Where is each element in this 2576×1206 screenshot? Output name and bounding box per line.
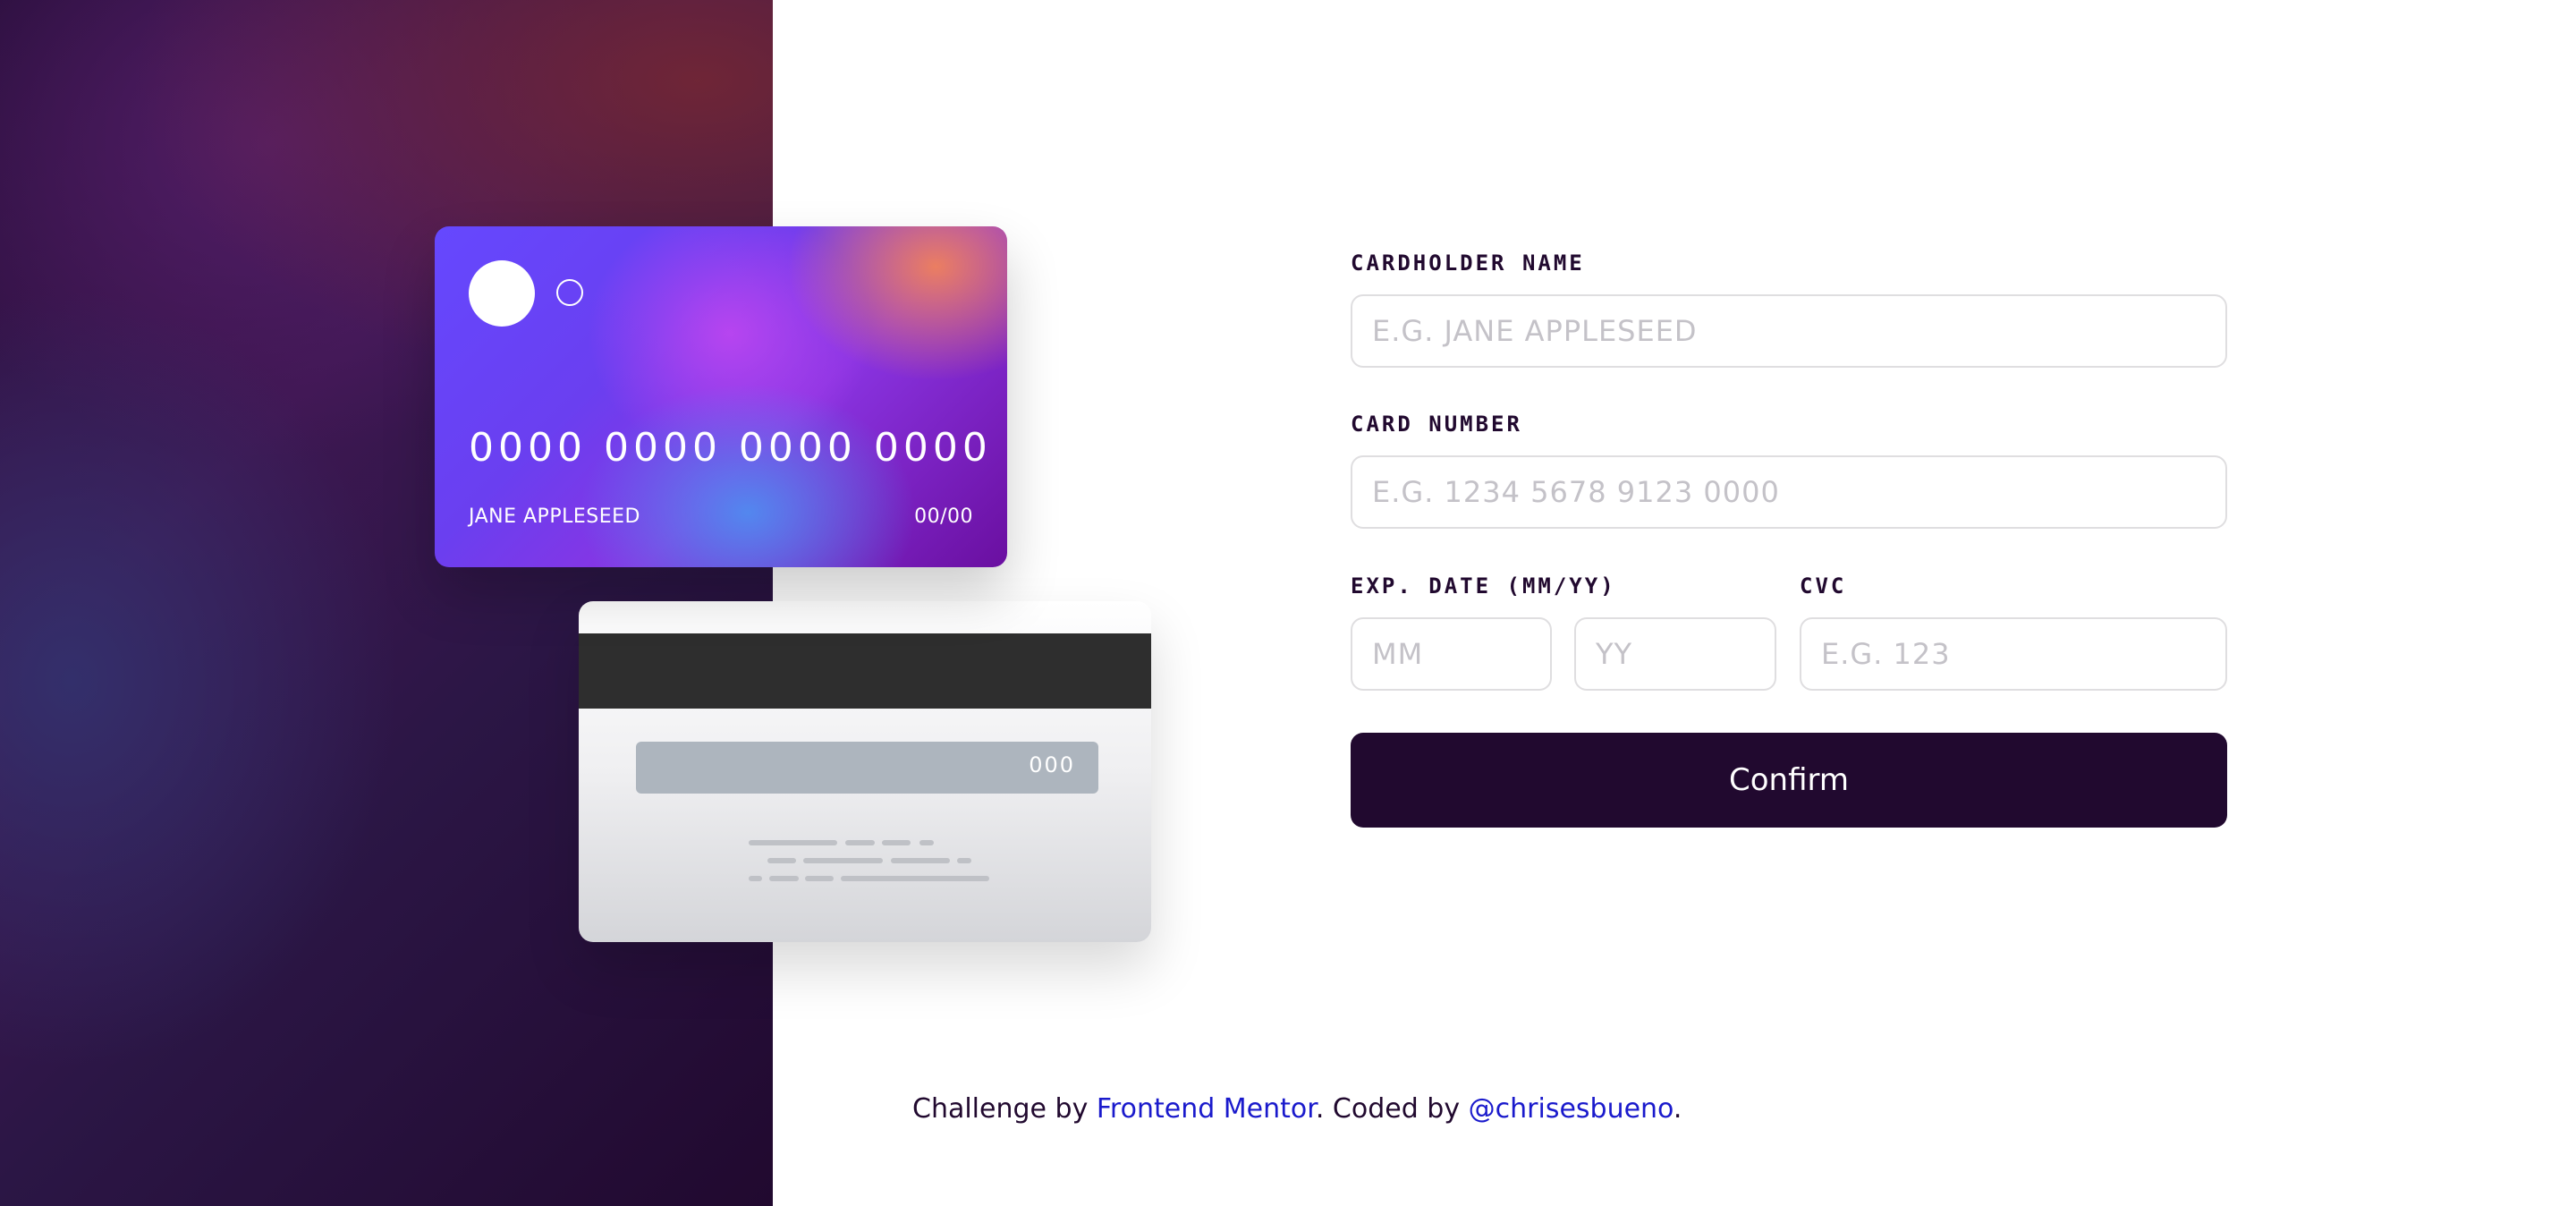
card-front-name: JANE APPLESEED xyxy=(469,505,640,528)
cvc-input[interactable] xyxy=(1800,617,2227,691)
card-front: 0000 0000 0000 0000 JANE APPLESEED 00/00 xyxy=(435,226,1007,567)
cvc-label: CVC xyxy=(1800,573,1847,599)
exp-date-label: EXP. DATE (MM/YY) xyxy=(1351,573,1616,599)
card-logo-circle-filled xyxy=(469,260,535,327)
card-front-exp: 00/00 xyxy=(914,505,973,528)
author-link[interactable]: @chrisesbueno xyxy=(1469,1093,1674,1125)
fine-print-lines xyxy=(749,840,989,881)
card-logo-circle-outline xyxy=(556,279,583,306)
cardholder-name-label: CARDHOLDER NAME xyxy=(1351,251,1585,276)
card-number-input[interactable] xyxy=(1351,455,2227,529)
attribution-middle: . Coded by xyxy=(1315,1093,1469,1125)
card-back: 000 xyxy=(579,601,1151,942)
attribution-suffix: . xyxy=(1673,1093,1682,1125)
attribution-prefix: Challenge by xyxy=(912,1093,1097,1125)
card-front-number: 0000 0000 0000 0000 xyxy=(469,425,992,471)
card-number-label: CARD NUMBER xyxy=(1351,412,1522,437)
attribution: Challenge by Frontend Mentor. Coded by @… xyxy=(912,1093,1682,1125)
frontend-mentor-link[interactable]: Frontend Mentor xyxy=(1097,1093,1316,1125)
confirm-button[interactable]: Confirm xyxy=(1351,733,2227,828)
exp-year-input[interactable] xyxy=(1574,617,1776,691)
exp-month-input[interactable] xyxy=(1351,617,1552,691)
cardholder-name-input[interactable] xyxy=(1351,294,2227,368)
